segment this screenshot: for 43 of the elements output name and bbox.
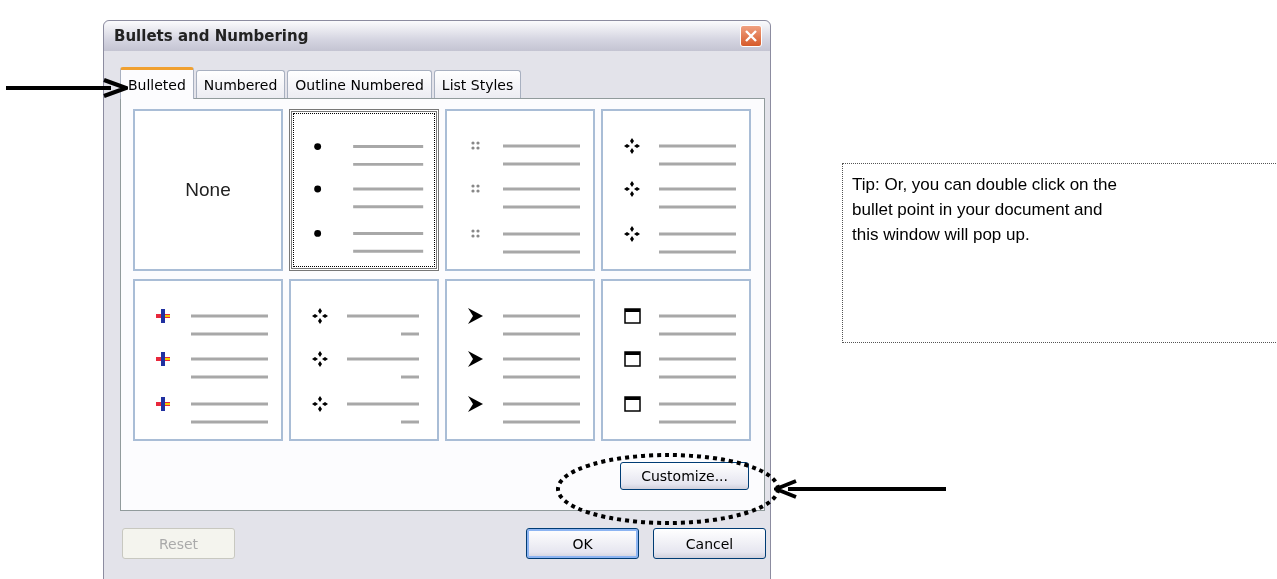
arrowhead-icon	[468, 396, 483, 412]
tab[interactable]: Numbered	[195, 70, 286, 98]
square-icon	[624, 351, 641, 367]
bullet-icon	[314, 185, 322, 193]
close-button[interactable]	[740, 25, 762, 47]
diamond-icon	[624, 181, 640, 197]
tip-note: Tip: Or, you can double click on the bullet point in your document and this window will pop up.	[842, 163, 1277, 343]
bullet-option[interactable]	[289, 279, 439, 441]
dialog-button[interactable]: Cancel	[653, 528, 766, 559]
diamond-icon	[312, 351, 328, 367]
bullet-icon	[314, 229, 322, 237]
dots-icon	[471, 184, 480, 193]
diamond-icon	[624, 138, 640, 154]
bullet-option[interactable]	[445, 279, 595, 441]
bullet-option[interactable]: None	[133, 109, 283, 271]
bullet-option[interactable]	[133, 279, 283, 441]
dots-icon	[471, 229, 480, 238]
dialog-button[interactable]: OK	[526, 528, 639, 559]
arrow-icon	[6, 78, 128, 98]
diamond-icon	[312, 396, 328, 412]
square-icon	[624, 308, 641, 324]
window-title: Bullets and Numbering	[114, 27, 309, 45]
cross-icon	[156, 397, 170, 411]
tab[interactable]: Outline Numbered	[287, 70, 432, 98]
cross-icon	[156, 309, 170, 323]
tab[interactable]: List Styles	[433, 70, 522, 98]
bullet-option[interactable]	[445, 109, 595, 271]
bullet-option[interactable]	[601, 109, 751, 271]
bullet-option[interactable]	[289, 109, 439, 271]
diamond-icon	[312, 308, 328, 324]
diamond-icon	[624, 226, 640, 242]
square-icon	[624, 396, 641, 412]
arrowhead-icon	[468, 308, 483, 324]
arrow-icon	[774, 479, 946, 499]
customize-button[interactable]: Customize...	[620, 462, 749, 490]
option-label: None	[185, 179, 231, 201]
cross-icon	[156, 352, 170, 366]
tab[interactable]: Bulleted	[120, 67, 194, 99]
bullet-icon	[314, 143, 322, 151]
dots-icon	[471, 141, 480, 150]
close-icon	[744, 29, 758, 43]
bullet-option[interactable]	[601, 279, 751, 441]
arrowhead-icon	[468, 351, 483, 367]
